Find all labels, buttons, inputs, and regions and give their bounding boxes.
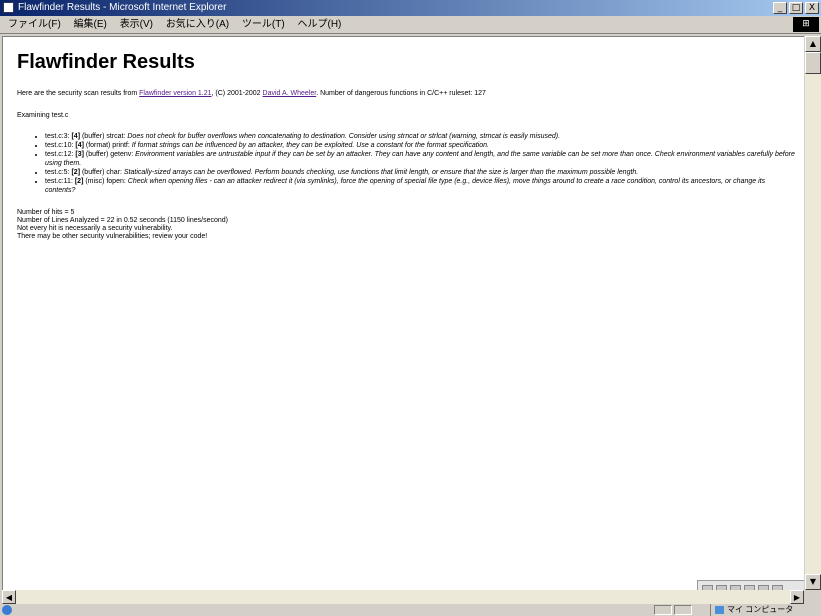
- disclaimer-line: Not every hit is necessarily a security …: [17, 225, 173, 232]
- close-button[interactable]: X: [805, 2, 819, 14]
- lines-analyzed: Number of Lines Analyzed = 22 in 0.52 se…: [17, 217, 228, 224]
- window-controls: _ □ X: [773, 2, 819, 14]
- hit-item: test.c:5: [2] (buffer) char: Statically-…: [45, 168, 797, 177]
- author-link[interactable]: David A. Wheeler: [263, 90, 317, 97]
- scroll-down-icon[interactable]: ▼: [805, 574, 821, 590]
- status-bar: マイ コンピュータ: [0, 604, 821, 616]
- menu-favorites[interactable]: お気に入り(A): [161, 16, 234, 34]
- hit-category: (buffer) getenv:: [83, 151, 136, 158]
- intro-prefix: Here are the security scan results from: [17, 90, 140, 97]
- page-content: Flawfinder Results Here are the security…: [17, 47, 797, 241]
- hit-message: If format strings can be influenced by a…: [131, 142, 489, 149]
- scanning-line: Examining test.c: [17, 112, 69, 119]
- status-panes: [654, 605, 692, 615]
- maximize-button[interactable]: □: [789, 2, 803, 14]
- flawfinder-link[interactable]: Flawfinder version 1.21: [139, 90, 211, 97]
- menu-file[interactable]: ファイル(F): [0, 16, 66, 34]
- intro-suffix: . Number of dangerous functions in C/C++…: [316, 90, 486, 97]
- scroll-thumb[interactable]: [805, 52, 821, 74]
- security-zone: マイ コンピュータ: [710, 604, 806, 616]
- scroll-up-icon[interactable]: ▲: [805, 36, 821, 52]
- image-toolbar: [697, 580, 804, 590]
- hit-location: test.c:5:: [45, 169, 72, 176]
- intro-paragraph: Here are the security scan results from …: [17, 90, 797, 97]
- scroll-right-icon[interactable]: ▶: [790, 590, 804, 604]
- zone-label: マイ コンピュータ: [727, 605, 794, 614]
- minimize-button[interactable]: _: [773, 2, 787, 14]
- hit-item: test.c:3: [4] (buffer) strcat: Does not …: [45, 132, 797, 141]
- hit-level: [4]: [75, 142, 84, 149]
- menu-bar: ファイル(F) 編集(E) 表示(V) お気に入り(A) ツール(T) ヘルプ(…: [0, 16, 821, 34]
- computer-icon: [715, 605, 724, 614]
- vertical-scrollbar[interactable]: ▲ ▼: [804, 36, 821, 590]
- window-title: Flawfinder Results - Microsoft Internet …: [18, 2, 227, 13]
- intro-middle: , (C) 2001-2002: [211, 90, 263, 97]
- hit-category: (buffer) strcat:: [80, 133, 128, 140]
- browser-viewport: Flawfinder Results Here are the security…: [2, 36, 804, 590]
- hit-location: test.c:3:: [45, 133, 72, 140]
- hit-item: test.c:10: [4] (format) printf: If forma…: [45, 141, 797, 150]
- hit-message: Statically-sized arrays can be overflowe…: [123, 169, 639, 176]
- review-line: There may be other security vulnerabilit…: [17, 233, 208, 240]
- hit-message: Does not check for buffer overflows when…: [127, 133, 561, 140]
- summary-block: Number of hits = 5 Number of Lines Analy…: [17, 209, 797, 241]
- status-pane: [674, 605, 692, 615]
- hit-message: Check when opening files - can an attack…: [45, 178, 766, 194]
- hits-list: test.c:3: [4] (buffer) strcat: Does not …: [17, 132, 797, 195]
- hit-category: (misc) fopen:: [83, 178, 128, 185]
- hit-level: [2]: [71, 169, 81, 176]
- hit-category: (buffer) char:: [80, 169, 124, 176]
- horizontal-scrollbar[interactable]: ◀ ▶: [2, 590, 804, 604]
- menu-view[interactable]: 表示(V): [115, 16, 158, 34]
- hit-item: test.c:11: [2] (misc) fopen: Check when …: [45, 177, 797, 195]
- menu-tools[interactable]: ツール(T): [237, 16, 290, 34]
- page-done-icon: [2, 605, 12, 615]
- page-title: Flawfinder Results: [17, 51, 195, 73]
- title-bar: Flawfinder Results - Microsoft Internet …: [0, 0, 821, 16]
- menu-help[interactable]: ヘルプ(H): [293, 16, 347, 34]
- hit-location: test.c:10:: [45, 142, 76, 149]
- hit-count: Number of hits = 5: [17, 209, 75, 216]
- hit-location: test.c:11:: [45, 178, 75, 185]
- hit-category: (format) printf:: [83, 142, 132, 149]
- ie-app-icon[interactable]: [3, 2, 14, 13]
- hit-item: test.c:12: [3] (buffer) getenv: Environm…: [45, 150, 797, 168]
- hit-level: [4]: [71, 133, 81, 140]
- hit-level: [3]: [75, 151, 84, 158]
- hit-message: Environment variables are untrustable in…: [45, 151, 795, 167]
- status-pane: [654, 605, 672, 615]
- scroll-left-icon[interactable]: ◀: [2, 590, 16, 604]
- windows-logo-icon: ⊞: [793, 17, 819, 32]
- hit-location: test.c:12:: [45, 151, 76, 158]
- menu-edit[interactable]: 編集(E): [69, 16, 112, 34]
